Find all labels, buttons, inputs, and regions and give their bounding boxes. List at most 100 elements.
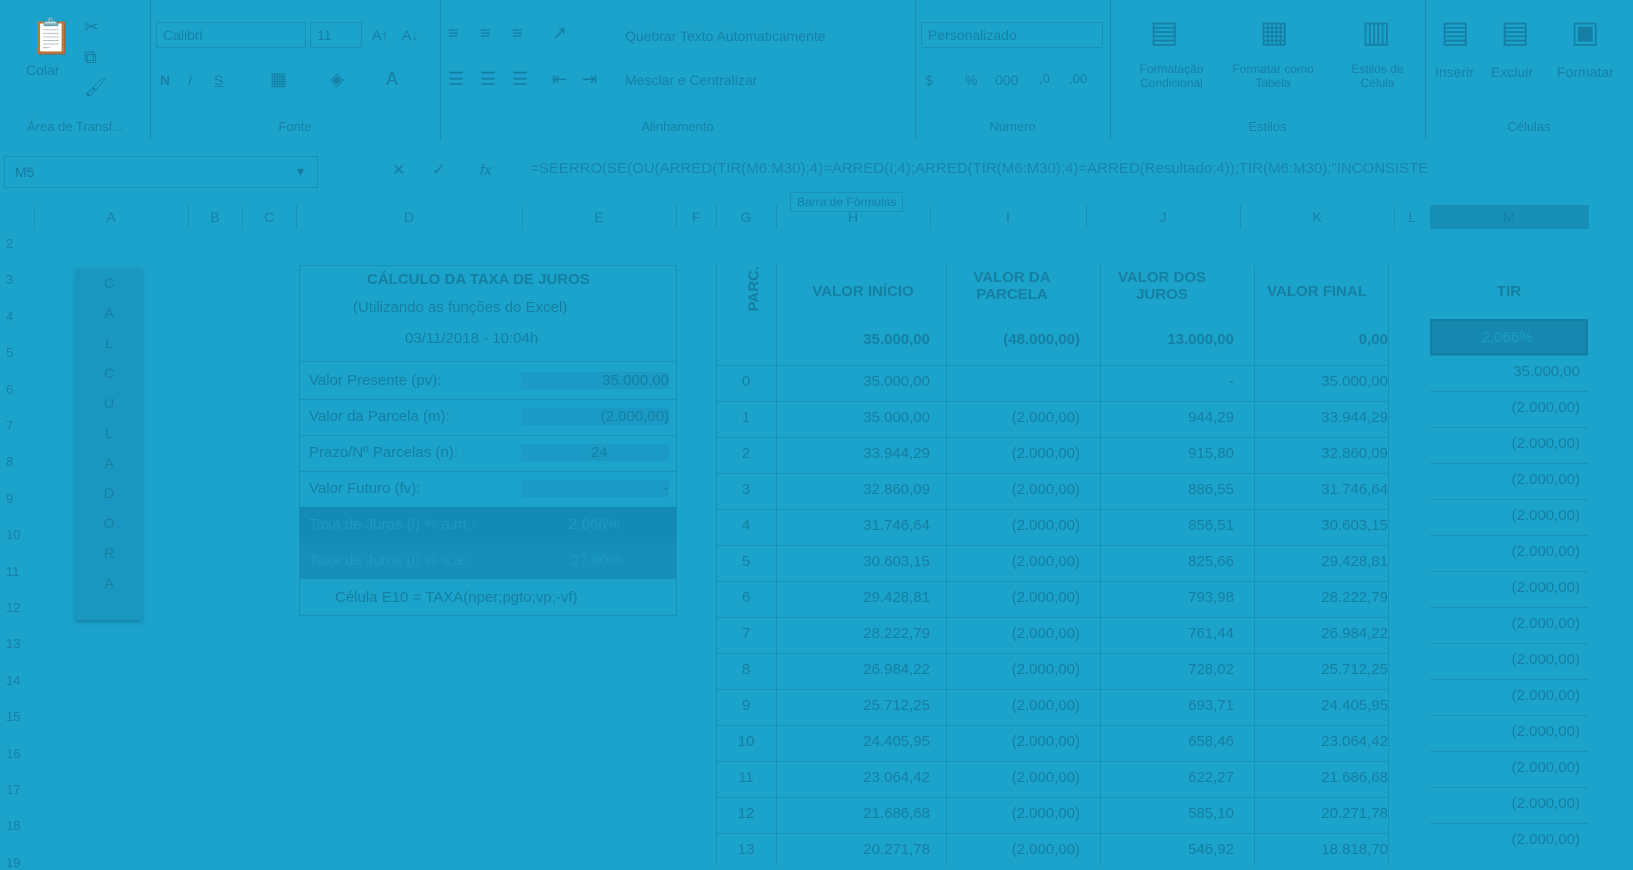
cell-tir[interactable]: (2.000,00) [1430, 723, 1580, 740]
cell-juros[interactable]: 585,10 [1100, 805, 1234, 822]
cell-juros[interactable]: 856,51 [1100, 517, 1234, 534]
orientation-icon[interactable]: ↗ [552, 24, 567, 42]
cell-start[interactable]: 23.064,42 [796, 769, 930, 786]
italic-button[interactable]: I [188, 72, 192, 88]
cell-n[interactable]: 8 [716, 661, 776, 678]
cell-tir[interactable]: (2.000,00) [1430, 795, 1580, 812]
cell-juros[interactable]: 761,44 [1100, 625, 1234, 642]
row-header-6[interactable]: 6 [0, 382, 36, 397]
cell-parcela[interactable]: (2.000,00) [946, 409, 1080, 426]
cell-final[interactable]: 32.860,09 [1254, 445, 1388, 462]
cell-start[interactable]: 29.428,81 [796, 589, 930, 606]
cell-parcela[interactable]: (2.000,00) [946, 769, 1080, 786]
cell-final[interactable]: 33.944,29 [1254, 409, 1388, 426]
cell-start[interactable]: 31.746,64 [796, 517, 930, 534]
cell-final[interactable]: 20.271,78 [1254, 805, 1388, 822]
format-icon[interactable]: ▣ [1571, 18, 1599, 48]
calc-row-value[interactable]: 35.000,00 [521, 372, 669, 389]
cell-start[interactable]: 21.686,68 [796, 805, 930, 822]
cell-juros[interactable]: - [1100, 373, 1234, 390]
increase-decimal-icon[interactable]: ,0 [1039, 70, 1050, 88]
thousands-button[interactable]: 000 [995, 72, 1018, 88]
cell-parcela[interactable]: (2.000,00) [946, 841, 1080, 858]
column-header-m[interactable]: M [1430, 205, 1589, 229]
cell-final[interactable]: 18.818,70 [1254, 841, 1388, 858]
cell-final[interactable]: 28.222,79 [1254, 589, 1388, 606]
conditional-format-icon[interactable]: ▤ [1150, 18, 1178, 48]
conditional-format-button[interactable]: Formatação Condicional [1124, 62, 1219, 90]
cell-n[interactable]: 5 [716, 553, 776, 570]
row-header-8[interactable]: 8 [0, 454, 36, 469]
row-header-19[interactable]: 19 [0, 855, 36, 870]
cell-start[interactable]: 32.860,09 [796, 481, 930, 498]
cell-n[interactable]: 4 [716, 517, 776, 534]
align-center-icon[interactable]: ☰ [480, 70, 496, 88]
cell-n[interactable]: 10 [716, 733, 776, 750]
cell-styles-button[interactable]: Estilos de Célula [1335, 62, 1420, 90]
column-header-h[interactable]: H [776, 205, 931, 229]
name-box[interactable]: M5 ▾ [4, 156, 318, 188]
grow-font-icon[interactable]: A↑ [372, 26, 388, 44]
row-header-11[interactable]: 11 [0, 564, 36, 579]
column-header-c[interactable]: C [242, 205, 297, 229]
column-header-e[interactable]: E [522, 205, 677, 229]
number-format-select[interactable]: Personalizado [921, 22, 1103, 48]
bold-button[interactable]: N [160, 72, 170, 88]
column-header-l[interactable]: L [1394, 205, 1431, 229]
cell-parcela[interactable]: (2.000,00) [946, 445, 1080, 462]
cancel-icon[interactable]: ✕ [392, 162, 405, 180]
cell-tir[interactable]: (2.000,00) [1430, 687, 1580, 704]
cell-juros[interactable]: 622,27 [1100, 769, 1234, 786]
rate-month-value[interactable]: 2,066% [569, 516, 620, 533]
insert-icon[interactable]: ▤ [1441, 18, 1469, 48]
row-header-3[interactable]: 3 [0, 272, 36, 287]
cell-parcela[interactable]: (2.000,00) [946, 517, 1080, 534]
cell-n[interactable]: 9 [716, 697, 776, 714]
calc-row-value[interactable]: (2.000,00) [521, 408, 669, 425]
total-final[interactable]: 0,00 [1254, 331, 1388, 348]
column-header-g[interactable]: G [716, 205, 777, 229]
cell-tir[interactable]: 35.000,00 [1430, 363, 1580, 380]
cell-juros[interactable]: 658,46 [1100, 733, 1234, 750]
cut-icon[interactable]: ✂ [84, 18, 99, 36]
column-header-i[interactable]: I [930, 205, 1087, 229]
row-header-7[interactable]: 7 [0, 418, 36, 433]
column-header-f[interactable]: F [676, 205, 717, 229]
cell-start[interactable]: 35.000,00 [796, 409, 930, 426]
cell-parcela[interactable]: (2.000,00) [946, 589, 1080, 606]
cell-juros[interactable]: 915,80 [1100, 445, 1234, 462]
currency-button[interactable]: $ [925, 72, 933, 88]
align-left-icon[interactable]: ☰ [448, 70, 464, 88]
cell-final[interactable]: 21.686,68 [1254, 769, 1388, 786]
paste-icon[interactable]: 📋 [30, 20, 72, 54]
align-top-icon[interactable]: ≡ [448, 24, 459, 42]
cell-styles-icon[interactable]: ▥ [1362, 18, 1390, 48]
cell-start[interactable]: 33.944,29 [796, 445, 930, 462]
cell-juros[interactable]: 693,71 [1100, 697, 1234, 714]
insert-function-button[interactable]: fx [480, 162, 492, 179]
paste-button[interactable]: Colar [26, 62, 59, 78]
rate-year-value[interactable]: 27,80% [571, 552, 622, 569]
cell-tir[interactable]: (2.000,00) [1430, 543, 1580, 560]
align-right-icon[interactable]: ☰ [512, 70, 528, 88]
format-table-icon[interactable]: ▦ [1260, 18, 1288, 48]
decrease-indent-icon[interactable]: ⇤ [552, 70, 567, 88]
cell-parcela[interactable]: (2.000,00) [946, 661, 1080, 678]
cell-final[interactable]: 25.712,25 [1254, 661, 1388, 678]
cell-n[interactable]: 7 [716, 625, 776, 642]
row-header-17[interactable]: 17 [0, 782, 36, 797]
cell-parcela[interactable]: (2.000,00) [946, 697, 1080, 714]
cell-tir[interactable]: (2.000,00) [1430, 651, 1580, 668]
cell-parcela[interactable]: (2.000,00) [946, 553, 1080, 570]
insert-button[interactable]: Inserir [1435, 64, 1474, 80]
row-header-12[interactable]: 12 [0, 600, 36, 615]
cell-start[interactable]: 35.000,00 [796, 373, 930, 390]
row-header-14[interactable]: 14 [0, 673, 36, 688]
cell-tir[interactable]: (2.000,00) [1430, 831, 1580, 848]
cell-final[interactable]: 30.603,15 [1254, 517, 1388, 534]
delete-icon[interactable]: ▤ [1501, 18, 1529, 48]
column-header-a[interactable]: A [34, 205, 189, 229]
cell-start[interactable]: 30.603,15 [796, 553, 930, 570]
cell-tir[interactable]: (2.000,00) [1430, 399, 1580, 416]
row-header-13[interactable]: 13 [0, 636, 36, 651]
